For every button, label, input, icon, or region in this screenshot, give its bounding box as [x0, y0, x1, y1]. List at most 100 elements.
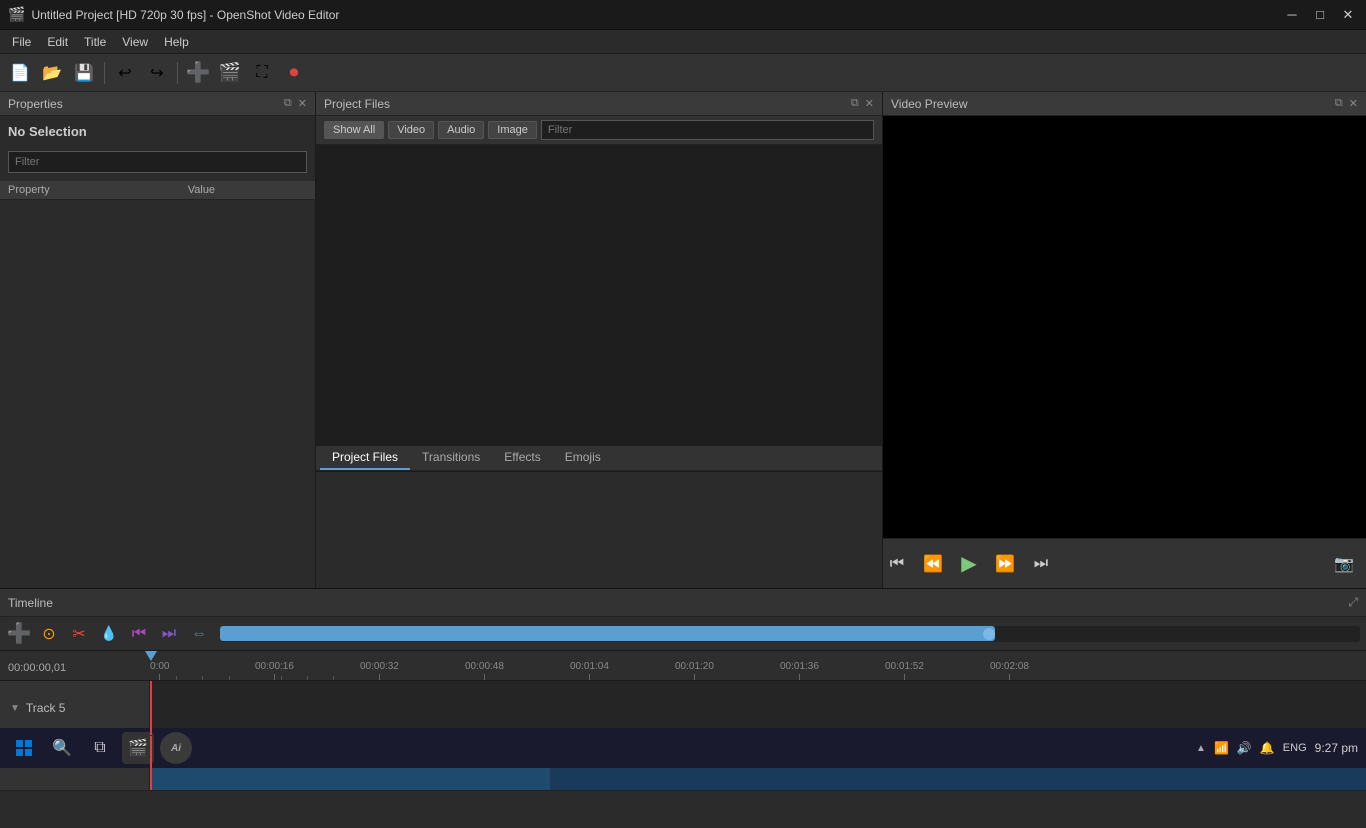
snapshot-button[interactable]: 📷 [1330, 550, 1358, 578]
ripple-button[interactable]: 💧 [96, 621, 122, 647]
taskbar-left: 🔍 ⧉ 🎬 Ai [8, 732, 192, 764]
project-files-panel: Project Files ⧉ ✕ Show All Video Audio I… [316, 92, 882, 472]
properties-panel-close[interactable]: ✕ [298, 97, 307, 110]
save-button[interactable]: 💾 [70, 59, 98, 87]
skip-to-end-button[interactable]: ⏭ [1027, 550, 1055, 578]
video-screen [883, 116, 1366, 538]
titlebar-title: Untitled Project [HD 720p 30 fps] - Open… [31, 8, 339, 22]
skip-to-start-button[interactable]: ⏮ [883, 550, 911, 578]
fast-forward-button[interactable]: ⏩ [991, 550, 1019, 578]
zoom-button[interactable]: ⇔ [186, 621, 212, 647]
main-area: Properties ⧉ ✕ No Selection Property Val… [0, 92, 1366, 588]
window-controls: ─ □ ✕ [1282, 5, 1358, 25]
add-track-button[interactable]: ➕ [6, 621, 32, 647]
video-preview-panel: Video Preview ⧉ ✕ ⏮ ⏪ ▶ ⏩ ⏭ 📷 [882, 92, 1366, 588]
taskbar: 🔍 ⧉ 🎬 Ai ▲ 📶 🔊 🔔 ENG 9:27 pm [0, 728, 1366, 768]
filter-image[interactable]: Image [488, 121, 537, 139]
tab-transitions[interactable]: Transitions [410, 446, 492, 470]
fullscreen-button[interactable]: ⛶ [248, 59, 276, 87]
playhead-triangle [145, 651, 157, 661]
export-button[interactable]: 🎬 [216, 59, 244, 87]
playhead[interactable] [150, 651, 164, 680]
undo-button[interactable]: ↩ [111, 59, 139, 87]
project-files-float[interactable]: ⧉ [851, 97, 859, 110]
start-button[interactable] [8, 732, 40, 764]
center-button[interactable]: ⊙ [36, 621, 62, 647]
project-files-close[interactable]: ✕ [865, 97, 874, 110]
tab-effects[interactable]: Effects [492, 446, 552, 470]
redo-button[interactable]: ↪ [143, 59, 171, 87]
ai-icon-text: Ai [171, 743, 181, 754]
bottom-tabs-bar: Project Files Transitions Effects Emojis [316, 446, 882, 471]
language-indicator: ENG [1283, 742, 1307, 754]
properties-panel-header: Properties ⧉ ✕ [0, 92, 315, 116]
properties-table: Property Value [0, 181, 315, 200]
play-button[interactable]: ▶ [955, 550, 983, 578]
filter-video[interactable]: Video [388, 121, 434, 139]
notification-icon[interactable]: 🔔 [1260, 741, 1275, 755]
timeline-header: Timeline ⤢ [0, 589, 1366, 617]
jump-start-button[interactable]: ⏮ [126, 621, 152, 647]
filter-show-all[interactable]: Show All [324, 121, 384, 139]
search-button[interactable]: 🔍 [46, 732, 78, 764]
close-button[interactable]: ✕ [1338, 5, 1358, 25]
video-controls: ⏮ ⏪ ▶ ⏩ ⏭ 📷 [883, 538, 1366, 588]
import-button[interactable]: ➕ [184, 59, 212, 87]
tab-emojis[interactable]: Emojis [553, 446, 613, 470]
menu-title[interactable]: Title [76, 33, 114, 51]
project-files-filter-input[interactable] [541, 120, 874, 140]
minimize-button[interactable]: ─ [1282, 5, 1302, 25]
rewind-button[interactable]: ⏪ [919, 550, 947, 578]
task-view-button[interactable]: ⧉ [84, 732, 116, 764]
value-column-header: Value [180, 181, 315, 200]
timeline-scrollbar [220, 626, 995, 641]
timeline-toolbar: ➕ ⊙ ✂ 💧 ⏮ ⏭ ⇔ [0, 617, 1366, 651]
properties-panel-float[interactable]: ⧉ [284, 97, 292, 110]
titlebar: 🎬 Untitled Project [HD 720p 30 fps] - Op… [0, 0, 1366, 30]
clock: 9:27 pm [1315, 741, 1358, 755]
video-preview-title: Video Preview [891, 97, 968, 111]
jump-end-button[interactable]: ⏭ [156, 621, 182, 647]
maximize-button[interactable]: □ [1310, 5, 1330, 25]
properties-filter-input[interactable] [8, 151, 307, 173]
menu-edit[interactable]: Edit [39, 33, 76, 51]
property-column-header: Property [0, 181, 180, 200]
track-5-label: ▼ Track 5 [0, 681, 150, 735]
project-files-toolbar: Show All Video Audio Image [316, 116, 882, 145]
new-button[interactable]: 📄 [6, 59, 34, 87]
filter-audio[interactable]: Audio [438, 121, 484, 139]
tray-expand[interactable]: ▲ [1196, 743, 1206, 754]
menu-file[interactable]: File [4, 33, 39, 51]
system-tray: ▲ 📶 🔊 🔔 [1196, 741, 1275, 755]
center-area: Project Files ⧉ ✕ Show All Video Audio I… [316, 92, 882, 588]
taskbar-right: ▲ 📶 🔊 🔔 ENG 9:27 pm [1196, 741, 1358, 755]
video-preview-close[interactable]: ✕ [1349, 97, 1358, 110]
menu-help[interactable]: Help [156, 33, 197, 51]
ruler-marks: 0:00 00:00:16 00:00:32 00:00:48 00:01:04 [150, 651, 1366, 680]
project-files-header: Project Files ⧉ ✕ [316, 92, 882, 116]
network-icon: 📶 [1214, 741, 1229, 755]
menu-view[interactable]: View [114, 33, 156, 51]
timeline-timecode: 00:00:00,01 [8, 662, 66, 674]
track-4-playhead [150, 736, 152, 790]
track-5-playhead [150, 681, 152, 735]
razor-button[interactable]: ✂ [66, 621, 92, 647]
menubar: File Edit Title View Help [0, 30, 1366, 54]
main-toolbar: 📄 📂 💾 ↩ ↪ ➕ 🎬 ⛶ ⏺ [0, 54, 1366, 92]
open-button[interactable]: 📂 [38, 59, 66, 87]
app-icon: 🎬 [8, 6, 25, 23]
video-preview-float[interactable]: ⧉ [1335, 97, 1343, 110]
tab-project-files[interactable]: Project Files [320, 446, 410, 470]
project-files-title: Project Files [324, 97, 390, 111]
timeline-scrollbar-area[interactable] [220, 626, 1360, 642]
track-5-name: Track 5 [26, 701, 66, 715]
timeline-expand-icon[interactable]: ⤢ [1348, 595, 1358, 610]
chat-taskbar-icon[interactable]: Ai [160, 732, 192, 764]
timeline-section: Timeline ⤢ ➕ ⊙ ✂ 💧 ⏮ ⏭ ⇔ 00:00:00,01 0:0… [0, 588, 1366, 828]
track-5-arrow[interactable]: ▼ [10, 703, 20, 714]
record-button[interactable]: ⏺ [280, 59, 308, 87]
toolbar-separator-2 [177, 62, 178, 84]
no-selection-label: No Selection [0, 116, 315, 147]
track-5-content[interactable] [150, 681, 1366, 735]
properties-panel: Properties ⧉ ✕ No Selection Property Val… [0, 92, 316, 588]
